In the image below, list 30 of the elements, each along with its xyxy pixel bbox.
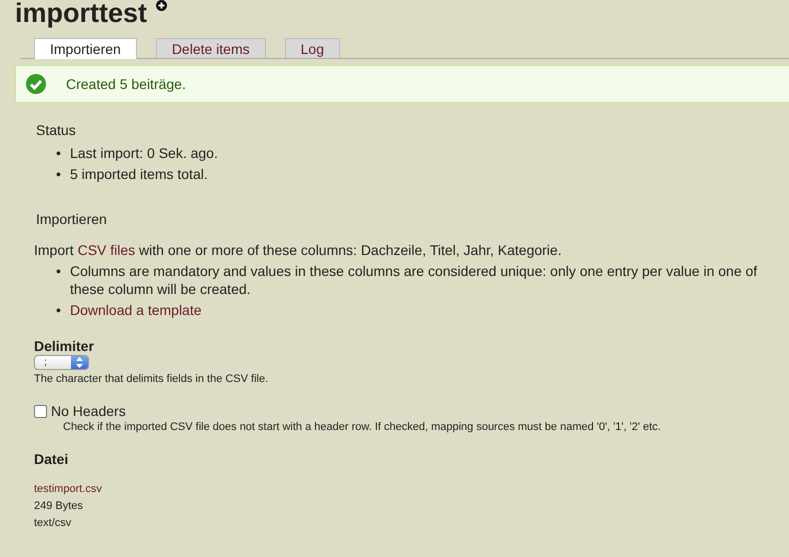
delimiter-select[interactable]: ; [34,355,89,370]
info-text: Columns are mandatory and values in these columns are considered unique: only one entry per value in one of these column will be created. [70,262,758,298]
status-item: Last import: 0 Sek. ago. [70,144,218,162]
file-link[interactable]: testimport.csv [34,481,789,498]
template-link[interactable]: Download a template [70,301,202,319]
field-label: Delimiter [34,338,95,354]
bullet: • [56,165,62,183]
message-text: Created 5 beiträge. [66,76,186,92]
status-item: 5 imported items total. [70,165,208,183]
checkbox[interactable] [34,404,47,418]
section-heading: Status [36,121,77,139]
page-title: importtest [15,0,148,30]
checkbox-label: No Headers [51,403,126,419]
field-label: Datei [34,451,70,467]
field-description: Check if the imported CSV file does not start with a header row. If checked, mapping sources must be named '0', '1', '2' etc. [63,421,662,433]
file-type: text/csv [34,516,72,531]
intro-text: Import CSV files with one or more of these columns: Dachzeile, Titel, Jahr, Kategorie. [34,241,563,259]
tab[interactable]: Importieren [34,38,137,59]
csv-link[interactable]: CSV files [78,242,136,258]
tab[interactable]: Delete items [156,38,266,58]
file-size: 249 Bytes [34,499,84,514]
add-icon[interactable] [156,0,168,11]
bullet: • [56,301,62,319]
tab[interactable]: Log [284,38,340,58]
bullet: • [56,262,62,281]
stepper-icon [76,357,83,368]
check-icon [26,74,46,94]
bullet: • [56,144,62,162]
section-heading: Importieren [36,210,108,228]
field-description: The character that delimits fields in the CSV file. [34,373,270,385]
